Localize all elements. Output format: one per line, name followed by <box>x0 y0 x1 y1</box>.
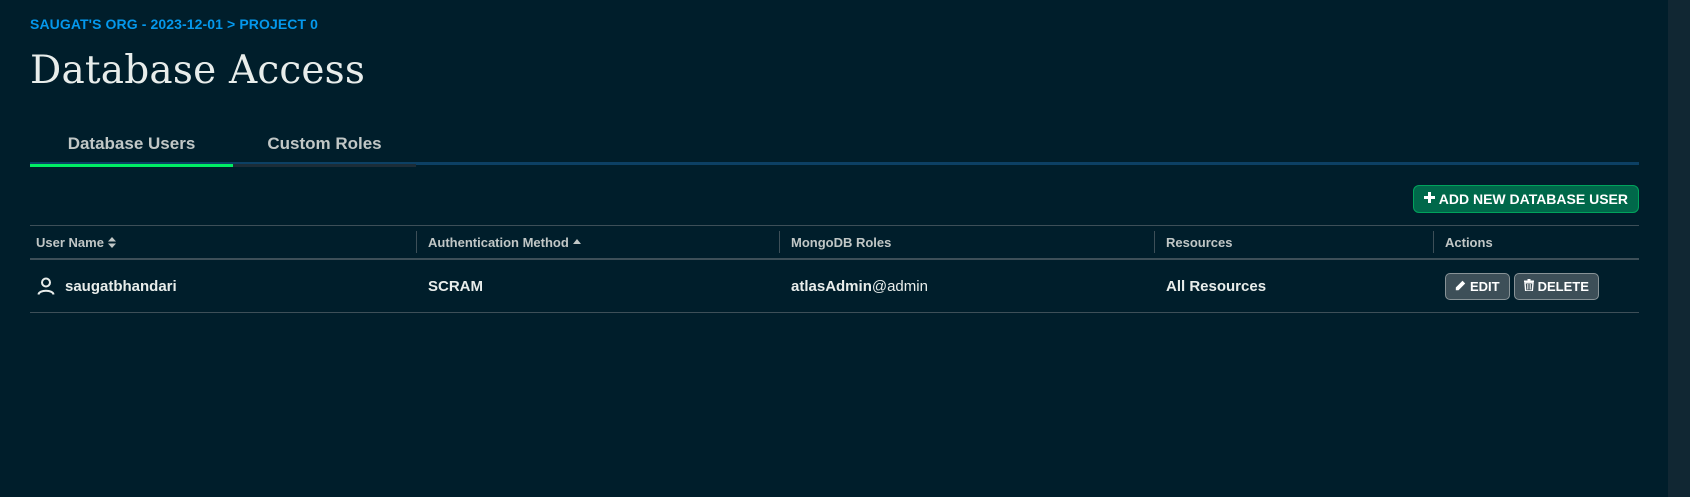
tab-active-indicator <box>30 164 233 167</box>
cell-actions: EDIT DELETE <box>1445 260 1603 312</box>
role-db-text: @admin <box>871 277 928 295</box>
cell-user-name: saugatbhandari <box>36 260 177 312</box>
role-name-text: atlasAdmin <box>791 277 872 295</box>
table-header: User Name Authentication Method MongoDB … <box>30 225 1639 260</box>
pencil-icon <box>1455 279 1466 294</box>
column-header-authentication-method[interactable]: Authentication Method <box>416 226 581 258</box>
column-header-user-name[interactable]: User Name <box>36 226 116 258</box>
resources-text: All Resources <box>1166 277 1267 295</box>
page-title: Database Access <box>30 48 366 93</box>
column-divider <box>779 231 780 253</box>
cell-authentication-method: SCRAM <box>428 260 483 312</box>
delete-button[interactable]: DELETE <box>1513 272 1599 300</box>
trash-icon <box>1523 278 1534 294</box>
user-name-text: saugatbhandari <box>65 277 177 295</box>
table-row: saugatbhandari SCRAM atlasAdmin @admin Al… <box>30 260 1639 313</box>
scrollbar-track[interactable] <box>1668 0 1690 497</box>
add-button-label: ADD NEW DATABASE USER <box>1438 191 1628 207</box>
column-header-mongodb-roles: MongoDB Roles <box>779 226 892 258</box>
column-divider <box>416 231 417 253</box>
tab-label: Custom Roles <box>267 134 382 153</box>
tab-label: Database Users <box>67 134 196 153</box>
column-header-label: User Name <box>36 234 104 250</box>
breadcrumb[interactable]: SAUGAT'S ORG - 2023-12-01 > PROJECT 0 <box>30 16 318 32</box>
cell-resources: All Resources <box>1166 260 1266 312</box>
column-header-label: Resources <box>1166 234 1233 250</box>
tab-database-users[interactable]: Database Users <box>30 120 233 167</box>
cell-mongodb-roles: atlasAdmin @admin <box>791 260 928 312</box>
add-new-database-user-button[interactable]: ADD NEW DATABASE USER <box>1412 185 1639 213</box>
edit-button-label: EDIT <box>1470 278 1500 294</box>
column-header-label: Authentication Method <box>428 234 569 250</box>
column-header-label: Actions <box>1445 234 1493 250</box>
sort-ascending-icon[interactable] <box>572 239 581 245</box>
tab-indicator <box>233 164 416 167</box>
auth-method-text: SCRAM <box>428 277 483 295</box>
sort-both-icon[interactable] <box>107 236 116 248</box>
column-divider <box>1154 231 1155 253</box>
user-icon <box>36 276 56 296</box>
plus-icon <box>1423 191 1435 207</box>
column-header-resources: Resources <box>1154 226 1233 258</box>
column-header-actions: Actions <box>1433 226 1493 258</box>
tab-bar: Database Users Custom Roles <box>30 120 1639 167</box>
column-header-label: MongoDB Roles <box>791 234 892 250</box>
tab-custom-roles[interactable]: Custom Roles <box>233 120 416 167</box>
delete-button-label: DELETE <box>1537 278 1589 294</box>
column-divider <box>1433 231 1434 253</box>
edit-button[interactable]: EDIT <box>1445 272 1510 300</box>
database-users-table: User Name Authentication Method MongoDB … <box>30 225 1639 313</box>
